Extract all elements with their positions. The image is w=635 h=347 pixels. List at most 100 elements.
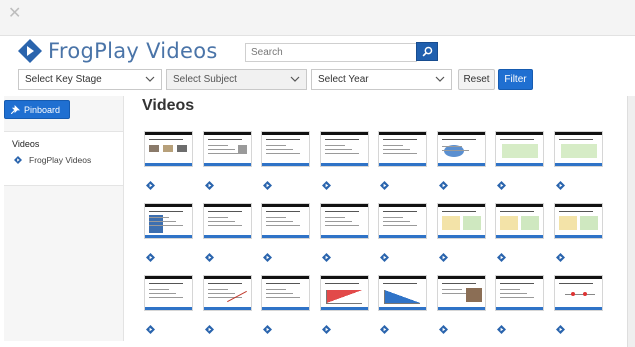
video-card[interactable] [319,203,369,263]
video-thumbnail[interactable] [144,203,193,239]
subject-select[interactable]: Select Subject [166,69,307,90]
video-card[interactable] [202,131,252,191]
frogplay-diamond-icon[interactable] [380,325,389,334]
video-thumbnail[interactable] [202,275,252,311]
video-card[interactable] [553,131,603,191]
thumb-bottom-bar [203,235,251,238]
frogplay-diamond-icon[interactable] [204,253,214,262]
thumb-text-line [149,297,183,298]
video-thumbnail[interactable] [436,275,486,311]
video-thumbnail[interactable] [436,131,486,167]
video-card[interactable] [319,131,369,191]
video-card[interactable] [202,203,252,263]
frogplay-diamond-icon[interactable] [263,181,272,190]
frogplay-diamond-icon[interactable] [438,325,448,334]
thumb-photo [163,145,173,152]
key-stage-select[interactable]: Select Key Stage [18,69,162,90]
video-thumbnail[interactable] [319,131,369,167]
video-thumbnail[interactable] [495,275,544,311]
subject-select-value: Select Subject [173,74,237,85]
video-thumbnail[interactable] [202,203,252,239]
thumb-text-line [266,217,286,218]
brand-logo[interactable]: FrogPlay Videos [18,38,218,64]
frogplay-diamond-icon[interactable] [321,253,331,262]
thumb-title-line [207,139,242,140]
video-card[interactable] [261,275,310,335]
video-card[interactable] [144,275,193,335]
frogplay-diamond-icon[interactable] [438,253,448,262]
search-button[interactable] [416,42,438,61]
video-card[interactable] [436,203,486,263]
search-input[interactable] [245,43,417,62]
frogplay-diamond-icon[interactable] [555,181,565,190]
video-card[interactable] [495,131,544,191]
video-thumbnail[interactable] [144,131,193,167]
video-thumbnail[interactable] [144,275,193,311]
frogplay-diamond-icon[interactable] [497,325,506,334]
video-card[interactable] [436,275,486,335]
year-select[interactable]: Select Year [311,69,452,90]
thumb-text-line [266,145,286,146]
thumb-top-bar [379,204,426,207]
frogplay-diamond-icon[interactable] [204,325,214,334]
thumb-title-line [149,283,183,284]
frogplay-diamond-icon[interactable] [438,181,448,190]
video-card[interactable] [436,131,486,191]
thumb-text-line [324,145,345,146]
video-thumbnail[interactable] [436,203,486,239]
video-thumbnail[interactable] [261,131,310,167]
frogplay-diamond-icon[interactable] [204,181,214,190]
video-card[interactable] [202,275,252,335]
video-card[interactable] [378,203,427,263]
video-thumbnail[interactable] [319,203,369,239]
thumb-bottom-bar [496,307,543,310]
video-card[interactable] [495,203,544,263]
reset-button[interactable]: Reset [458,69,495,90]
nav-item-frogplay-videos[interactable]: FrogPlay Videos [14,155,91,165]
video-card[interactable] [378,131,427,191]
thumb-top-bar [203,132,251,135]
video-thumbnail[interactable] [261,275,310,311]
video-card[interactable] [261,131,310,191]
video-card[interactable] [144,203,193,263]
video-card[interactable] [553,203,603,263]
frogplay-diamond-icon[interactable] [263,253,272,262]
frogplay-diamond-icon[interactable] [263,325,272,334]
frogplay-diamond-icon[interactable] [555,253,565,262]
video-thumbnail[interactable] [553,131,603,167]
video-card[interactable] [553,275,603,335]
video-card[interactable] [319,275,369,335]
thumb-top-bar [496,276,543,279]
frogplay-diamond-icon[interactable] [497,181,506,190]
video-card[interactable] [495,275,544,335]
frogplay-diamond-icon[interactable] [497,253,506,262]
video-thumbnail[interactable] [553,203,603,239]
frogplay-diamond-icon[interactable] [321,181,331,190]
video-card[interactable] [144,131,193,191]
video-thumbnail[interactable] [378,131,427,167]
frogplay-diamond-icon[interactable] [321,325,331,334]
thumb-bottom-bar [554,307,602,310]
video-thumbnail[interactable] [319,275,369,311]
close-icon[interactable]: ✕ [8,6,21,22]
thumb-green-box [462,216,481,230]
video-thumbnail[interactable] [202,131,252,167]
video-thumbnail[interactable] [378,203,427,239]
pinboard-button[interactable]: Pinboard [4,100,70,119]
frogplay-diamond-icon[interactable] [555,325,565,334]
frogplay-diamond-icon[interactable] [380,253,389,262]
video-card[interactable] [378,275,427,335]
video-thumbnail[interactable] [378,275,427,311]
video-thumbnail[interactable] [553,275,603,311]
frogplay-diamond-icon[interactable] [146,253,155,262]
frogplay-diamond-icon[interactable] [146,181,155,190]
thumb-title-line [558,139,593,140]
video-card[interactable] [261,203,310,263]
filter-button[interactable]: Filter [498,69,533,90]
thumb-top-bar [437,132,485,135]
video-thumbnail[interactable] [495,131,544,167]
frogplay-diamond-icon[interactable] [146,325,155,334]
video-thumbnail[interactable] [261,203,310,239]
frogplay-diamond-icon[interactable] [380,181,389,190]
video-thumbnail[interactable] [495,203,544,239]
